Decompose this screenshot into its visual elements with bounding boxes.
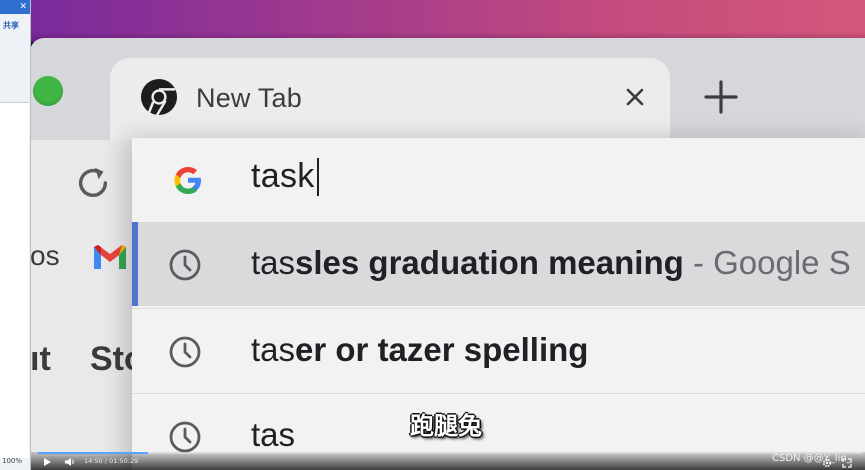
omnibox-query: task <box>251 157 315 195</box>
suggestion-row[interactable]: taser or tazer spelling <box>132 308 865 393</box>
close-icon[interactable] <box>624 86 646 108</box>
text-caret <box>316 157 319 196</box>
suggestion-text: taser or tazer spelling <box>251 331 588 369</box>
video-controls: 14:50 / 01:50:29 CSDN @@Y_lin_ <box>30 452 865 470</box>
panel-content <box>0 102 29 458</box>
suggestion-match: tas <box>251 416 296 453</box>
history-clock-icon <box>169 421 201 453</box>
window-zoom-button[interactable] <box>33 76 63 106</box>
desktop-wallpaper <box>30 0 865 42</box>
video-time: 14:50 / 01:50:29 <box>84 457 139 465</box>
panel-titlebar: ✕ <box>0 0 30 14</box>
suggestion-match: tas <box>251 331 296 368</box>
reload-icon[interactable] <box>74 164 112 202</box>
bookmark-label[interactable]: ıt <box>30 340 51 379</box>
new-tab-plus-icon[interactable] <box>704 80 738 114</box>
suggestion-text: tas <box>251 416 295 454</box>
selected-indicator <box>132 222 138 306</box>
bookmark-label[interactable]: os <box>30 240 60 272</box>
suggestion-completion: er or tazer spelling <box>295 331 589 368</box>
share-label[interactable]: 共享 <box>0 14 30 31</box>
google-icon <box>174 167 201 194</box>
watermark: CSDN @@Y_lin_ <box>772 453 852 464</box>
progress-bar[interactable] <box>38 452 862 454</box>
suggestion-source: - Google S <box>683 244 851 281</box>
chrome-icon <box>140 78 178 116</box>
history-clock-icon <box>169 336 201 368</box>
history-clock-icon <box>169 249 201 281</box>
gear-icon[interactable] <box>822 458 832 468</box>
suggestion-match: tas <box>251 244 296 281</box>
suggestion-row[interactable]: tassles graduation meaning - Google S <box>132 222 865 306</box>
play-icon[interactable] <box>42 457 52 467</box>
suggestion-completion: sles graduation meaning <box>295 244 684 281</box>
tab-title: New Tab <box>196 83 302 113</box>
progress-fill <box>38 452 149 454</box>
zoom-level: 100% <box>2 457 23 465</box>
video-subtitle: 跑腿兔 <box>410 412 482 440</box>
tab-new-tab[interactable]: New Tab <box>110 58 670 140</box>
suggestion-text: tassles graduation meaning - Google S <box>251 244 851 282</box>
gmail-icon[interactable] <box>92 242 128 272</box>
volume-icon[interactable] <box>64 457 76 467</box>
omnibox-dropdown: task tassles graduation meaning - Google… <box>132 138 865 470</box>
side-panel: ✕ 共享 100% <box>0 0 31 470</box>
fullscreen-icon[interactable] <box>842 458 852 468</box>
close-icon[interactable]: ✕ <box>19 2 27 12</box>
omnibox-input[interactable]: task <box>251 157 319 196</box>
